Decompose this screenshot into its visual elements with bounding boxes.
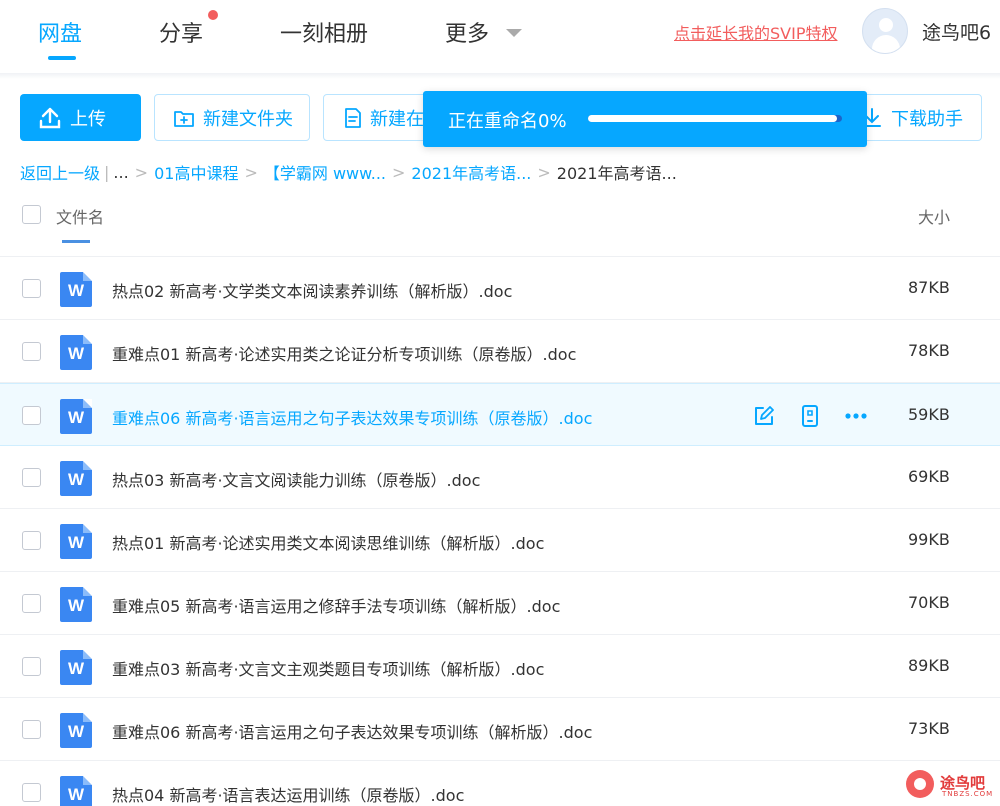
select-all-checkbox[interactable] (22, 205, 41, 224)
new-doc-label: 新建在 (370, 108, 424, 130)
watermark-subtext: TNBZS.COM (942, 790, 994, 798)
column-header-size[interactable]: 大小 (918, 204, 950, 228)
phone-icon[interactable] (798, 404, 822, 428)
folder-plus-icon (174, 110, 194, 127)
file-table-header: 文件名 大小 (0, 194, 1000, 236)
file-name[interactable]: 热点03 新高考·文言文阅读能力训练（原卷版）.doc (112, 467, 480, 491)
new-folder-button[interactable]: 新建文件夹 (154, 94, 310, 141)
row-checkbox[interactable] (22, 279, 41, 298)
file-size: 99KB (908, 530, 950, 549)
file-size: 69KB (908, 467, 950, 486)
file-row[interactable]: W 热点02 新高考·文学类文本阅读素养训练（解析版）.doc 87KB (0, 257, 1000, 320)
chevron-down-icon[interactable] (506, 29, 522, 37)
file-size: 78KB (908, 341, 950, 360)
breadcrumb: 返回上一级 | ... > 01高中课程 > 【学霸网 www... > 202… (20, 160, 677, 184)
site-watermark: 途鸟吧 TNBZS.COM (900, 766, 998, 802)
upload-label: 上传 (70, 108, 106, 130)
breadcrumb-item[interactable]: 【学霸网 www... (264, 160, 386, 184)
word-file-icon: W (60, 461, 92, 496)
partial-row-icon (62, 240, 90, 243)
file-row-hovered[interactable]: W 重难点06 新高考·语言运用之句子表达效果专项训练（原卷版）.doc 59K… (0, 383, 1000, 446)
file-name[interactable]: 重难点03 新高考·文言文主观类题目专项训练（解析版）.doc (112, 656, 544, 680)
word-file-icon: W (60, 650, 92, 685)
svip-renew-link[interactable]: 点击延长我的SVIP特权 (674, 20, 837, 44)
file-size: 59KB (908, 405, 950, 424)
rename-progress-toast: 正在重命名0% (423, 91, 867, 147)
file-name[interactable]: 重难点01 新高考·论述实用类之论证分析专项训练（原卷版）.doc (112, 341, 576, 365)
file-size: 87KB (908, 278, 950, 297)
file-name[interactable]: 热点01 新高考·论述实用类文本阅读思维训练（解析版）.doc (112, 530, 544, 554)
nav-item-album[interactable]: 一刻相册 (280, 16, 368, 48)
more-icon[interactable] (844, 404, 868, 428)
file-row[interactable]: W 热点01 新高考·论述实用类文本阅读思维训练（解析版）.doc 99KB (0, 509, 1000, 572)
breadcrumb-item[interactable]: 2021年高考语... (411, 160, 531, 184)
file-row[interactable]: W 重难点01 新高考·论述实用类之论证分析专项训练（原卷版）.doc 78KB (0, 320, 1000, 383)
word-file-icon: W (60, 776, 92, 806)
upload-icon (39, 107, 61, 128)
row-actions (752, 404, 868, 428)
header-shadow (0, 73, 1000, 79)
watermark-logo-icon (906, 770, 934, 798)
file-row[interactable]: W 重难点05 新高考·语言运用之修辞手法专项训练（解析版）.doc 70KB (0, 572, 1000, 635)
word-file-icon: W (60, 713, 92, 748)
word-file-icon: W (60, 524, 92, 559)
edit-icon[interactable] (752, 404, 776, 428)
breadcrumb-separator: > (537, 162, 551, 182)
nav-active-indicator (48, 56, 76, 60)
avatar[interactable] (862, 8, 908, 54)
row-checkbox[interactable] (22, 468, 41, 487)
breadcrumb-back[interactable]: 返回上一级 (20, 160, 100, 184)
row-checkbox[interactable] (22, 342, 41, 361)
breadcrumb-current: 2021年高考语... (556, 164, 677, 183)
file-size: 89KB (908, 656, 950, 675)
word-file-icon: W (60, 335, 92, 370)
nav-item-netdisk[interactable]: 网盘 (38, 16, 82, 48)
file-row[interactable]: W 重难点03 新高考·文言文主观类题目专项训练（解析版）.doc 89KB (0, 635, 1000, 698)
row-checkbox[interactable] (22, 594, 41, 613)
breadcrumb-separator: > (392, 162, 406, 182)
nav-item-share[interactable]: 分享 (159, 16, 203, 48)
username[interactable]: 途鸟吧6 (922, 18, 991, 45)
row-checkbox[interactable] (22, 720, 41, 739)
download-helper-button[interactable]: 下载助手 (850, 94, 982, 141)
breadcrumb-ellipsis[interactable]: ... (113, 163, 128, 182)
top-nav: 网盘 分享 一刻相册 更多 点击延长我的SVIP特权 途鸟吧6 (0, 0, 1000, 74)
file-name[interactable]: 重难点05 新高考·语言运用之修辞手法专项训练（解析版）.doc (112, 593, 560, 617)
file-name[interactable]: 重难点06 新高考·语言运用之句子表达效果专项训练（原卷版）.doc (112, 405, 592, 429)
file-row[interactable]: W 热点04 新高考·语言表达运用训练（原卷版）.doc (0, 761, 1000, 806)
new-folder-label: 新建文件夹 (203, 108, 293, 130)
file-name[interactable]: 热点02 新高考·文学类文本阅读素养训练（解析版）.doc (112, 278, 512, 302)
row-checkbox[interactable] (22, 531, 41, 550)
new-doc-button[interactable]: 新建在 (323, 94, 433, 141)
rename-progress-fill (588, 115, 837, 122)
word-file-icon: W (60, 587, 92, 622)
row-checkbox[interactable] (22, 657, 41, 676)
nav-item-more[interactable]: 更多 (445, 16, 489, 48)
document-icon (345, 107, 361, 128)
file-name[interactable]: 热点04 新高考·语言表达运用训练（原卷版）.doc (112, 782, 464, 806)
file-size: 73KB (908, 719, 950, 738)
download-helper-label: 下载助手 (891, 108, 963, 130)
word-file-icon: W (60, 399, 92, 434)
file-row[interactable]: W 热点03 新高考·文言文阅读能力训练（原卷版）.doc 69KB (0, 446, 1000, 509)
upload-button[interactable]: 上传 (20, 94, 141, 141)
file-size: 70KB (908, 593, 950, 612)
file-name[interactable]: 重难点06 新高考·语言运用之句子表达效果专项训练（解析版）.doc (112, 719, 592, 743)
rename-progress-text: 正在重命名0% (448, 111, 567, 132)
breadcrumb-separator: > (134, 162, 149, 182)
column-header-name[interactable]: 文件名 (56, 204, 104, 228)
file-row[interactable]: W 重难点06 新高考·语言运用之句子表达效果专项训练（解析版）.doc 73K… (0, 698, 1000, 761)
breadcrumb-item[interactable]: 01高中课程 (154, 160, 238, 184)
rename-progress-track (588, 115, 842, 122)
breadcrumb-separator: | (104, 162, 110, 182)
notification-dot (208, 10, 218, 20)
word-file-icon: W (60, 272, 92, 307)
row-checkbox[interactable] (22, 783, 41, 802)
row-checkbox[interactable] (22, 406, 41, 425)
breadcrumb-separator: > (244, 162, 258, 182)
